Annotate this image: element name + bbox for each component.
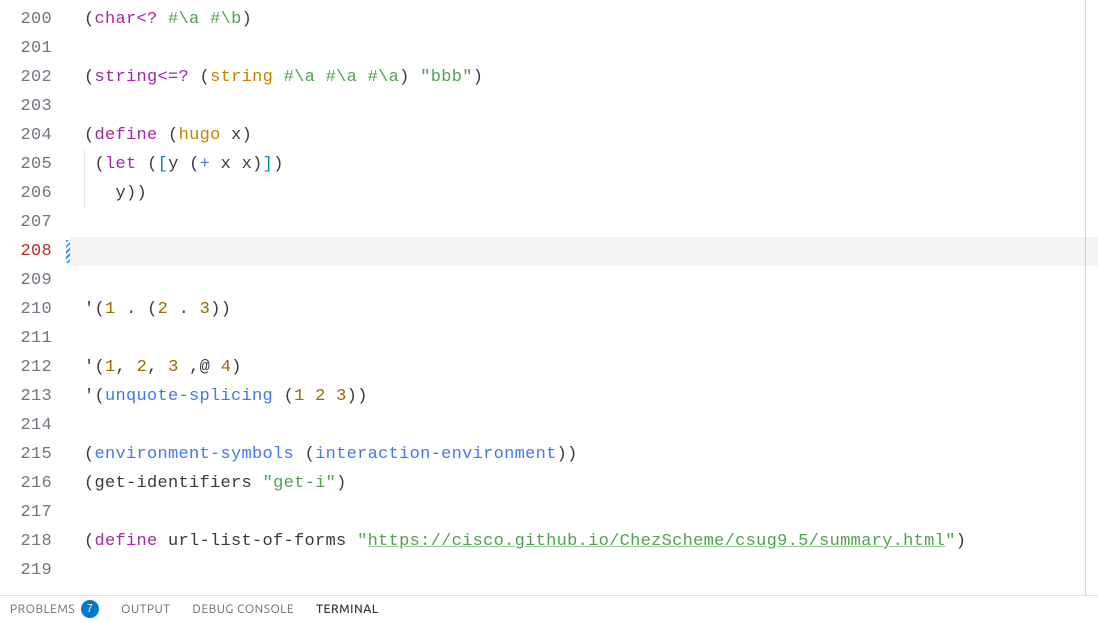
code-line[interactable]: (define (hugo x) — [70, 121, 1098, 150]
code-line[interactable] — [70, 266, 1098, 295]
line-number: 209 — [0, 266, 70, 295]
code-line[interactable]: '(1, 2, 3 ,@ 4) — [70, 353, 1098, 382]
line-number: 210 — [0, 295, 70, 324]
problems-badge: 7 — [81, 600, 99, 618]
line-number: 213 — [0, 382, 70, 411]
code-line[interactable] — [70, 208, 1098, 237]
code-line[interactable]: '(unquote-splicing (1 2 3)) — [70, 382, 1098, 411]
code-line[interactable]: (string<=? (string #\a #\a #\a) "bbb") — [70, 63, 1098, 92]
code-line[interactable] — [70, 411, 1098, 440]
line-number: 218 — [0, 527, 70, 556]
line-number: 216 — [0, 469, 70, 498]
line-number: 206 — [0, 179, 70, 208]
code-line[interactable] — [70, 237, 1098, 266]
line-number: 211 — [0, 324, 70, 353]
panel-tab-problems[interactable]: PROBLEMS 7 — [10, 600, 99, 618]
code-line[interactable] — [70, 34, 1098, 63]
line-number: 203 — [0, 92, 70, 121]
line-number: 200 — [0, 5, 70, 34]
panel-tab-output[interactable]: OUTPUT — [121, 603, 170, 616]
line-number: 204 — [0, 121, 70, 150]
panel-tab-label: DEBUG CONSOLE — [192, 603, 294, 616]
panel-tab-debug-console[interactable]: DEBUG CONSOLE — [192, 603, 294, 616]
line-number: 212 — [0, 353, 70, 382]
code-area[interactable]: (char<? #\a #\b) (string<=? (string #\a #… — [70, 0, 1098, 595]
panel-tab-bar: PROBLEMS 7 OUTPUT DEBUG CONSOLE TERMINAL — [0, 595, 1098, 622]
panel-tab-terminal[interactable]: TERMINAL — [316, 603, 378, 616]
code-line[interactable] — [70, 556, 1098, 585]
line-number-gutter: 2002012022032042052062072082092102112122… — [0, 0, 70, 595]
code-editor[interactable]: 2002012022032042052062072082092102112122… — [0, 0, 1098, 595]
line-number: 205 — [0, 150, 70, 179]
line-number: 202 — [0, 63, 70, 92]
code-line[interactable]: (char<? #\a #\b) — [70, 5, 1098, 34]
panel-tab-label: PROBLEMS — [10, 603, 75, 616]
code-line[interactable]: (define url-list-of-forms "https://cisco… — [70, 527, 1098, 556]
code-line[interactable] — [70, 92, 1098, 121]
code-line[interactable]: (environment-symbols (interaction-enviro… — [70, 440, 1098, 469]
line-number: 217 — [0, 498, 70, 527]
line-number: 214 — [0, 411, 70, 440]
code-line[interactable] — [70, 324, 1098, 353]
code-line[interactable] — [70, 498, 1098, 527]
ruler — [1085, 0, 1086, 595]
line-number: 215 — [0, 440, 70, 469]
line-number: 201 — [0, 34, 70, 63]
panel-tab-label: OUTPUT — [121, 603, 170, 616]
code-line[interactable]: (get-identifiers "get-i") — [70, 469, 1098, 498]
code-line[interactable]: y)) — [70, 179, 1098, 208]
code-line[interactable]: (let ([y (+ x x)]) — [70, 150, 1098, 179]
line-number: 208 — [0, 237, 70, 266]
panel-tab-label: TERMINAL — [316, 603, 378, 616]
line-number: 219 — [0, 556, 70, 585]
code-line[interactable]: '(1 . (2 . 3)) — [70, 295, 1098, 324]
line-number: 207 — [0, 208, 70, 237]
